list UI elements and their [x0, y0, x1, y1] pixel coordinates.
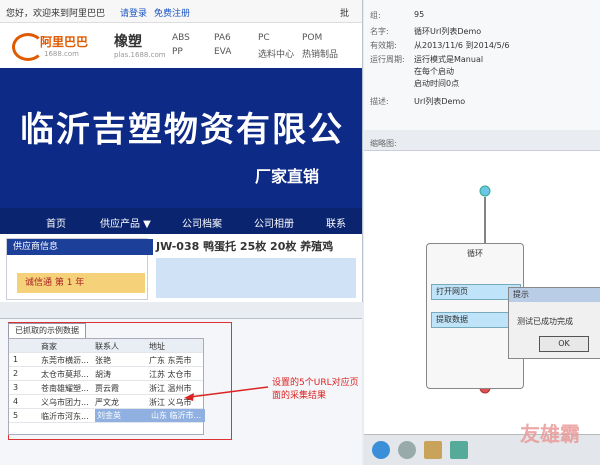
prop-value: 启动时间0点: [414, 79, 460, 88]
browser-pane: 您好，欢迎来到阿里巴巴 请登录 免费注册 批 阿里巴巴 1688.com 橡塑 …: [0, 0, 363, 302]
watermark-logo: 友雄霸: [520, 422, 580, 446]
prop-value: 95: [414, 10, 425, 19]
row-index: 5: [13, 411, 19, 420]
cell: 义乌市团力...: [41, 398, 89, 407]
table-row-selected[interactable]: 5 临沂市河东... 刘金英 山东 临沂市...: [9, 409, 205, 423]
cell: 山东 临沂市...: [149, 409, 205, 422]
login-link[interactable]: 请登录: [120, 6, 147, 19]
nav-link[interactable]: PP: [172, 47, 183, 57]
dialog-title: 提示: [509, 288, 600, 302]
row-index: 2: [13, 369, 19, 378]
product-title[interactable]: JW-038 鸭蛋托 25枚 20枚 养殖鸡: [156, 238, 333, 254]
col-header[interactable]: 商家: [41, 341, 57, 352]
nav-home[interactable]: 首页: [46, 215, 66, 230]
data-grid: 商家 联系人 地址 1 东莞市横沥... 张艳 广东 东莞市 2 太仓市莫邦..…: [8, 338, 205, 435]
prop-label: 名字:: [370, 27, 389, 36]
prop-label: 描述:: [370, 97, 389, 106]
table-row[interactable]: 2 太仓市莫邦... 胡涛 江苏 太仓市: [9, 367, 203, 381]
task-properties: 组: 95 名字: 循环Url列表Demo 有效期: 从2013/11/6 到2…: [364, 0, 600, 130]
nav-link[interactable]: PC: [258, 33, 270, 43]
cell: 太仓市莫邦...: [41, 370, 89, 379]
table-row[interactable]: 3 苍南雄耀塑... 贾云霞 浙江 温州市: [9, 381, 203, 395]
grid-header: 商家 联系人 地址: [9, 339, 203, 353]
company-banner: 临沂吉塑物资有限公 厂家直销: [0, 68, 362, 208]
cell: 江苏 太仓市: [149, 370, 192, 379]
nav-products[interactable]: 供应产品 ▼: [100, 215, 151, 230]
supplier-header: 供应商信息: [7, 239, 153, 255]
nav-contact[interactable]: 联系: [326, 215, 346, 230]
play-icon[interactable]: [372, 441, 390, 459]
banner-subtitle: 厂家直销: [255, 167, 320, 186]
nav-link[interactable]: ABS: [172, 33, 190, 43]
prop-label: 组:: [370, 11, 381, 20]
logo-row: 阿里巴巴 1688.com 橡塑 plas.1688.com ABS PP PA…: [0, 23, 362, 67]
loop-label: 循环: [467, 249, 483, 258]
product-image[interactable]: [156, 258, 356, 298]
prop-label: 有效期:: [370, 41, 397, 50]
prop-value: 在每个启动: [414, 67, 454, 76]
cell: 刘金英: [95, 409, 149, 422]
prop-value: Url列表Demo: [414, 97, 466, 106]
cell: 胡涛: [95, 370, 111, 379]
logo-text: 阿里巴巴: [40, 35, 89, 49]
ok-button[interactable]: OK: [539, 336, 589, 352]
prop-label: 运行周期:: [370, 55, 405, 64]
extracted-data-panel: 已抓取的示例数据 商家 联系人 地址 1 东莞市横沥... 张艳 广东 东莞市 …: [0, 318, 362, 465]
cell: 东莞市横沥...: [41, 356, 89, 365]
prop-value: 从2013/11/6 到2014/5/6: [414, 41, 510, 50]
partial-text: 批: [340, 9, 350, 19]
greeting-text: 您好，欢迎来到阿里巴巴: [6, 9, 106, 19]
row-index: 4: [13, 397, 19, 406]
annotation-text: 设置的5个URL对应页面的采集结果: [272, 378, 359, 401]
brand-title: 橡塑: [114, 34, 142, 50]
message-dialog: 提示 测试已成功完成 OK: [508, 287, 600, 359]
banner-title: 临沂吉塑物资有限公: [20, 110, 344, 150]
site-topbar: 您好，欢迎来到阿里巴巴 请登录 免费注册 批: [0, 0, 362, 23]
cell: 广东 东莞市: [149, 356, 192, 365]
nav-link[interactable]: 选料中心: [258, 47, 294, 60]
cell: 苍南雄耀塑...: [41, 384, 89, 393]
nav-album[interactable]: 公司相册: [254, 215, 294, 230]
nav-link[interactable]: PA6: [214, 33, 231, 43]
cell: 临沂市河东...: [41, 412, 89, 421]
export-icon[interactable]: [450, 441, 468, 459]
cell: 严文龙: [95, 398, 119, 407]
product-section: JW-038 鸭蛋托 25枚 20枚 养殖鸡: [156, 238, 356, 298]
tab-sample-data[interactable]: 已抓取的示例数据: [8, 323, 86, 338]
register-link[interactable]: 免费注册: [154, 6, 190, 19]
credit-badge: 诚信通 第 1 年: [17, 273, 145, 293]
prop-value: 循环Url列表Demo: [414, 27, 482, 36]
col-header[interactable]: 地址: [149, 341, 165, 352]
logo-url: 1688.com: [44, 50, 79, 58]
prop-value: 运行模式是Manual: [414, 55, 484, 64]
cell: 贾云霞: [95, 384, 119, 393]
nav-link[interactable]: EVA: [214, 47, 231, 57]
nav-link[interactable]: POM: [302, 33, 322, 43]
edit-icon[interactable]: [424, 441, 442, 459]
brand-url: plas.1688.com: [114, 51, 166, 59]
table-row[interactable]: 4 义乌市团力... 严文龙 浙江 义乌市: [9, 395, 203, 409]
table-row[interactable]: 1 东莞市横沥... 张艳 广东 东莞市: [9, 353, 203, 367]
supplier-info: 供应商信息 诚信通 第 1 年: [6, 238, 153, 300]
stop-icon[interactable]: [398, 441, 416, 459]
row-index: 3: [13, 383, 19, 392]
arrow-icon: [184, 386, 269, 401]
nav-profile[interactable]: 公司档案: [182, 215, 222, 230]
row-index: 1: [13, 355, 19, 364]
thumbnail-label: 缩略图:: [370, 139, 397, 148]
cell: 张艳: [95, 356, 111, 365]
site-navbar: 首页 供应产品 ▼ 公司档案 公司相册 联系: [0, 208, 362, 234]
nav-link[interactable]: 热销制品: [302, 47, 338, 60]
col-header[interactable]: 联系人: [95, 341, 119, 352]
dialog-message: 测试已成功完成: [517, 317, 573, 326]
